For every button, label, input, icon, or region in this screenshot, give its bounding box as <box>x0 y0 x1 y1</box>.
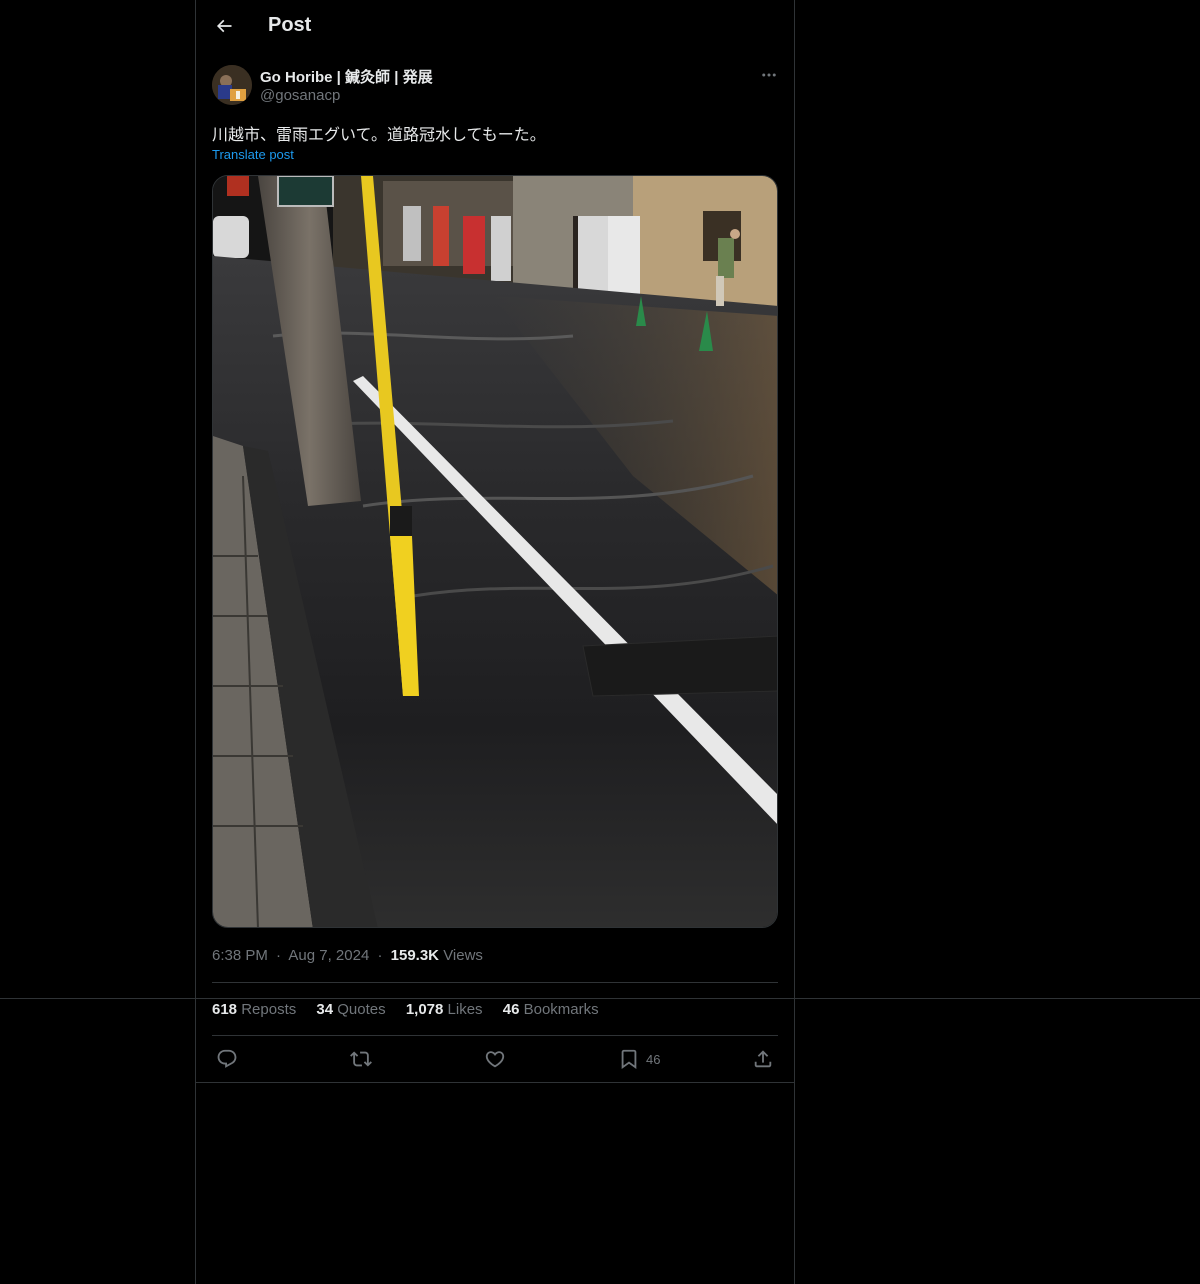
action-bar: 46 <box>196 1036 794 1083</box>
author-name[interactable]: Go Horibe | 鍼灸師 | 発展 <box>260 66 433 87</box>
flooded-street-photo <box>213 176 777 927</box>
bookmarks-label: Bookmarks <box>523 1001 599 1018</box>
reposts-label: Reposts <box>241 1001 297 1018</box>
post-stats: 618 Reposts 34 Quotes 1,078 Likes 46 Boo… <box>212 1001 615 1018</box>
share-icon <box>754 1050 772 1068</box>
likes-stat[interactable]: 1,078 Likes <box>406 1001 483 1018</box>
meta-separator: · <box>377 947 383 964</box>
post-time[interactable]: 6:38 PM <box>212 947 268 964</box>
quotes-stat[interactable]: 34 Quotes <box>316 1001 385 1018</box>
likes-label: Likes <box>447 1001 483 1018</box>
bookmarks-count: 46 <box>502 1001 520 1018</box>
post-date[interactable]: Aug 7, 2024 <box>288 947 369 964</box>
more-options-button[interactable] <box>756 64 782 86</box>
bookmark-count: 46 <box>646 1051 661 1067</box>
like-button[interactable] <box>484 1046 506 1072</box>
reposts-count: 618 <box>212 1001 238 1018</box>
quotes-count: 34 <box>316 1001 334 1018</box>
post-text: 川越市、雷雨エグいて。道路冠水してもーた。 <box>212 125 546 144</box>
post-photo[interactable] <box>212 175 778 928</box>
action-bar-divider <box>196 1082 794 1083</box>
meta-divider <box>212 982 778 983</box>
arrow-left-icon <box>216 19 232 33</box>
avatar[interactable] <box>212 65 252 105</box>
author-handle[interactable]: @gosanacp <box>260 87 340 104</box>
reply-icon <box>217 1049 237 1068</box>
repost-icon <box>350 1051 372 1067</box>
repost-button[interactable] <box>350 1046 372 1072</box>
avatar-image <box>212 65 252 105</box>
page-header: Post <box>196 0 794 54</box>
post-column: Post Go Horibe | 鍼灸師 | 発展 @gosanacp 川越市、… <box>195 0 795 1284</box>
quotes-label: Quotes <box>337 1001 386 1018</box>
bookmark-icon <box>621 1049 637 1070</box>
reposts-stat[interactable]: 618 Reposts <box>212 1001 296 1018</box>
heart-icon <box>485 1051 505 1068</box>
back-button[interactable] <box>206 8 242 44</box>
views-label: Views <box>443 947 483 964</box>
likes-count: 1,078 <box>405 1001 444 1018</box>
more-horizontal-icon <box>762 73 776 77</box>
page-title: Post <box>268 14 312 36</box>
meta-separator: · <box>276 947 282 964</box>
page: Post Go Horibe | 鍼灸師 | 発展 @gosanacp 川越市、… <box>0 0 1200 1284</box>
bookmark-button[interactable]: 46 <box>618 1046 660 1072</box>
reply-button[interactable] <box>216 1046 238 1072</box>
post-meta: 6:38 PM · Aug 7, 2024 · 159.3K Views <box>212 947 483 964</box>
share-button[interactable] <box>752 1046 774 1072</box>
views-count: 159.3K <box>390 947 440 964</box>
translate-post-link[interactable]: Translate post <box>212 147 294 162</box>
bookmarks-stat[interactable]: 46 Bookmarks <box>503 1001 599 1018</box>
